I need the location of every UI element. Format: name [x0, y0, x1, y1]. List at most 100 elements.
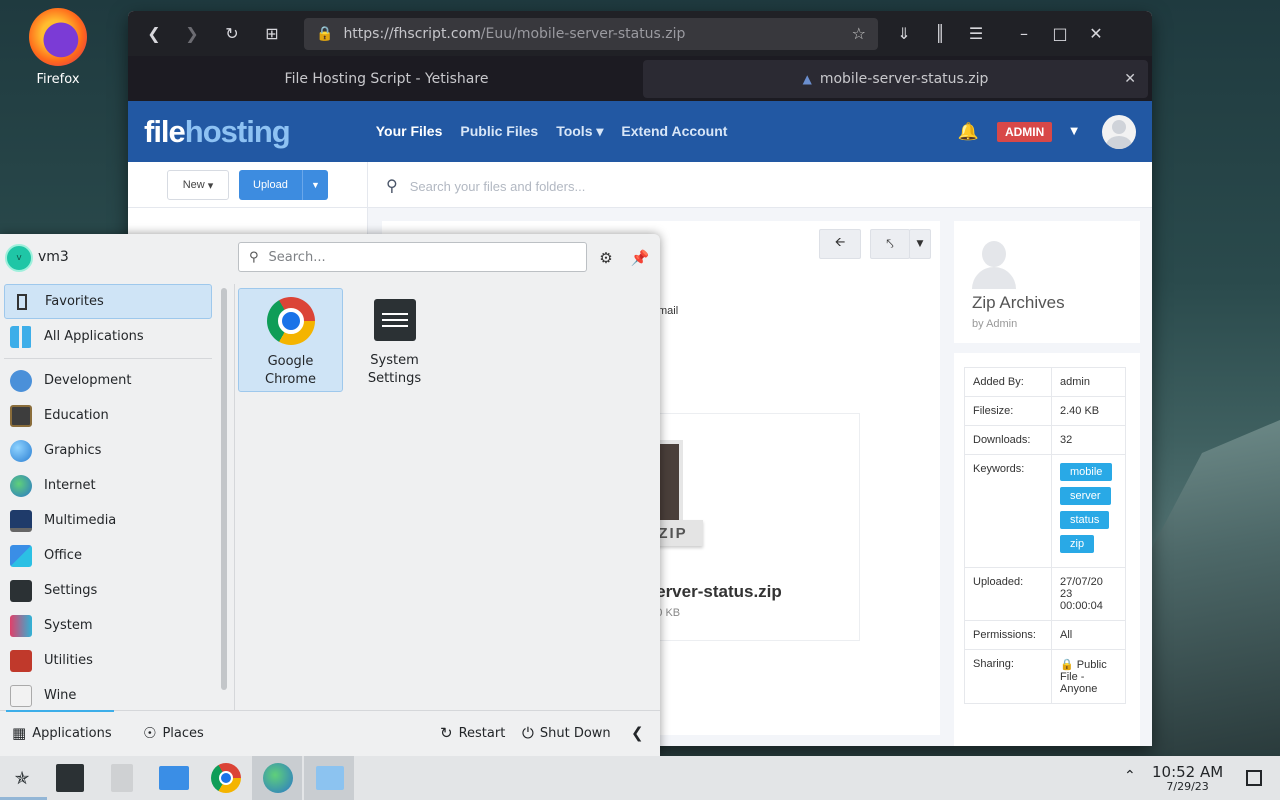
- table-row: Keywords: mobile server status zip: [964, 454, 1126, 568]
- system-tray-expand-icon[interactable]: ⌃: [1124, 768, 1136, 784]
- file-info-table: Added By: admin Filesize: 2.40 KB Download…: [964, 367, 1126, 704]
- table-row: Added By: admin: [964, 367, 1126, 397]
- desktop-icon-firefox[interactable]: Firefox: [18, 8, 98, 87]
- nav-tools[interactable]: Tools ▾: [556, 123, 603, 140]
- chrome-task-icon[interactable]: [210, 762, 242, 794]
- upload-dropdown-icon[interactable]: ▼: [302, 170, 328, 200]
- table-row: Filesize: 2.40 KB: [964, 396, 1126, 426]
- tab-label: File Hosting Script - Yetishare: [284, 71, 489, 87]
- category-favorites[interactable]: Favorites: [4, 284, 212, 319]
- leave-options-icon[interactable]: ❮: [631, 724, 650, 742]
- back-arrow-icon[interactable]: 🡨: [819, 229, 861, 259]
- configure-icon[interactable]: ⚙: [595, 247, 617, 269]
- tab-label: mobile-server-status.zip: [819, 71, 989, 87]
- application-launcher: v vm3 ⚲ Search... ⚙ 📌 Favorites All Appl…: [0, 234, 660, 756]
- new-tab-icon[interactable]: ⊞: [258, 20, 286, 48]
- main-nav: Your Files Public Files Tools ▾ Extend A…: [376, 123, 728, 140]
- maximize-icon[interactable]: □: [1046, 20, 1074, 48]
- close-tab-icon[interactable]: ✕: [1124, 71, 1136, 87]
- share-icon[interactable]: ⤣: [870, 229, 910, 259]
- shutdown-button[interactable]: ⏻ Shut Down: [522, 724, 611, 742]
- forward-icon[interactable]: ❯: [178, 20, 206, 48]
- browser-globe-task-icon[interactable]: [262, 762, 294, 794]
- tab-favicon-icon: ▲: [802, 72, 812, 86]
- compass-icon: ☉: [143, 724, 157, 742]
- launcher-footer: ▦ Applications ☉ Places ↻ Restart ⏻ Shut…: [0, 710, 660, 756]
- pin-icon[interactable]: 📌: [629, 247, 651, 269]
- keyword-tag[interactable]: zip: [1060, 535, 1095, 553]
- chrome-icon: [266, 297, 315, 345]
- tab-file-hosting[interactable]: File Hosting Script - Yetishare: [132, 60, 641, 98]
- user-avatar[interactable]: [1102, 114, 1136, 149]
- menu-icon[interactable]: ☰: [962, 20, 990, 48]
- tab-places[interactable]: ☉ Places: [143, 724, 204, 742]
- multimedia-icon: [10, 509, 32, 532]
- show-desktop-icon[interactable]: [1246, 770, 1262, 786]
- tab-zip-file[interactable]: ▲ mobile-server-status.zip ✕: [643, 60, 1148, 98]
- site-logo[interactable]: filehosting: [144, 114, 291, 150]
- category-development[interactable]: Development: [0, 363, 216, 398]
- system-settings-icon: [373, 299, 416, 341]
- system-settings-task-icon[interactable]: [54, 762, 86, 794]
- category-all-applications[interactable]: All Applications: [0, 319, 216, 354]
- category-list: Favorites All Applications Development E…: [0, 284, 216, 713]
- file-search-input[interactable]: ⚲ Search your files and folders...: [386, 176, 585, 196]
- category-education[interactable]: Education: [0, 398, 216, 433]
- nav-extend-account[interactable]: Extend Account: [621, 123, 727, 140]
- lock-icon: 🔒: [316, 25, 334, 42]
- browser-nav-bar: ❮ ❯ ↻ ⊞ 🔒 https://fhscript.com /Euu/mobi…: [128, 11, 1152, 56]
- new-button[interactable]: New ▾: [167, 170, 229, 200]
- owner-card: Zip Archives by Admin: [954, 221, 1140, 343]
- upload-button[interactable]: Upload ▼: [239, 170, 328, 200]
- address-bar[interactable]: 🔒 https://fhscript.com /Euu/mobile-serve…: [304, 17, 878, 50]
- download-icon[interactable]: ⇓: [890, 20, 918, 48]
- document-task-icon[interactable]: [106, 762, 138, 794]
- share-dropdown-icon[interactable]: ▼: [909, 229, 931, 259]
- category-office[interactable]: Office: [0, 538, 216, 573]
- back-icon[interactable]: ❮: [140, 20, 168, 48]
- keyword-tag[interactable]: mobile: [1060, 463, 1113, 481]
- account-dropdown-caret-icon[interactable]: ▼: [1070, 126, 1078, 137]
- category-scrollbar[interactable]: [221, 288, 227, 690]
- category-system[interactable]: System: [0, 608, 216, 643]
- tab-applications[interactable]: ▦ Applications: [12, 724, 112, 742]
- table-row: Sharing: 🔒 Public File - Anyone: [964, 649, 1126, 704]
- taskbar: ✯ ⌃ 10:52 AM 7/29/23: [0, 756, 1280, 800]
- file-toolbar: New ▾ Upload ▼ ⚲ Search your files and f…: [128, 162, 1152, 208]
- settings-icon: [10, 579, 32, 602]
- app-system-settings[interactable]: System Settings: [342, 288, 447, 392]
- library-icon[interactable]: ║: [926, 20, 954, 48]
- keyword-tag[interactable]: status: [1060, 511, 1110, 529]
- category-utilities[interactable]: Utilities: [0, 643, 216, 678]
- wallpaper-mountain: [1150, 420, 1280, 750]
- launcher-search-input[interactable]: ⚲ Search...: [238, 242, 587, 272]
- notifications-bell-icon[interactable]: 🔔: [958, 122, 979, 142]
- category-graphics[interactable]: Graphics: [0, 433, 216, 468]
- category-wine[interactable]: Wine: [0, 678, 216, 713]
- owner-name[interactable]: Zip Archives: [972, 293, 1065, 313]
- clock[interactable]: 10:52 AM 7/29/23: [1152, 764, 1223, 794]
- divider: [234, 284, 235, 710]
- file-manager-task-icon[interactable]: [158, 762, 190, 794]
- reload-icon[interactable]: ↻: [218, 20, 246, 48]
- app-google-chrome[interactable]: Google Chrome: [238, 288, 343, 392]
- admin-badge[interactable]: ADMIN: [996, 121, 1053, 142]
- email-link[interactable]: mail: [658, 305, 678, 317]
- internet-globe-icon: [10, 474, 32, 497]
- close-window-icon[interactable]: ✕: [1082, 20, 1110, 48]
- tab-bar: File Hosting Script - Yetishare ▲ mobile…: [128, 56, 1152, 101]
- nav-your-files[interactable]: Your Files: [376, 123, 443, 140]
- restart-button[interactable]: ↻ Restart: [440, 724, 505, 742]
- bookmark-star-icon[interactable]: ☆: [852, 24, 866, 43]
- minimize-icon[interactable]: –: [1010, 20, 1038, 48]
- launcher-button-icon[interactable]: ✯: [0, 762, 47, 800]
- keyword-tag[interactable]: server: [1060, 487, 1111, 505]
- search-icon: ⚲: [386, 178, 398, 195]
- category-settings[interactable]: Settings: [0, 573, 216, 608]
- utilities-toolbox-icon: [10, 649, 32, 672]
- category-multimedia[interactable]: Multimedia: [0, 503, 216, 538]
- downloads-folder-task-icon[interactable]: [314, 762, 346, 794]
- nav-public-files[interactable]: Public Files: [460, 123, 538, 140]
- user-avatar-launcher[interactable]: v: [5, 244, 33, 272]
- category-internet[interactable]: Internet: [0, 468, 216, 503]
